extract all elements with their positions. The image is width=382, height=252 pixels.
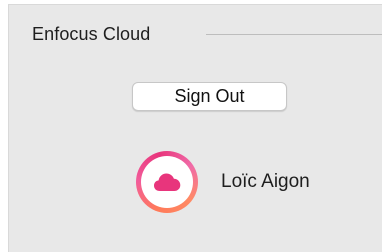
- cloud-icon: [154, 173, 181, 191]
- section-title: Enfocus Cloud: [32, 23, 151, 44]
- enfocus-cloud-panel: Enfocus Cloud Sign Out Loïc Aigon: [0, 0, 382, 252]
- avatar-inner: [141, 156, 193, 208]
- user-name: Loïc Aigon: [221, 171, 310, 192]
- user-account-row: Loïc Aigon: [136, 151, 310, 213]
- sign-out-button[interactable]: Sign Out: [132, 82, 287, 111]
- section-divider: [206, 34, 382, 35]
- avatar: [136, 151, 198, 213]
